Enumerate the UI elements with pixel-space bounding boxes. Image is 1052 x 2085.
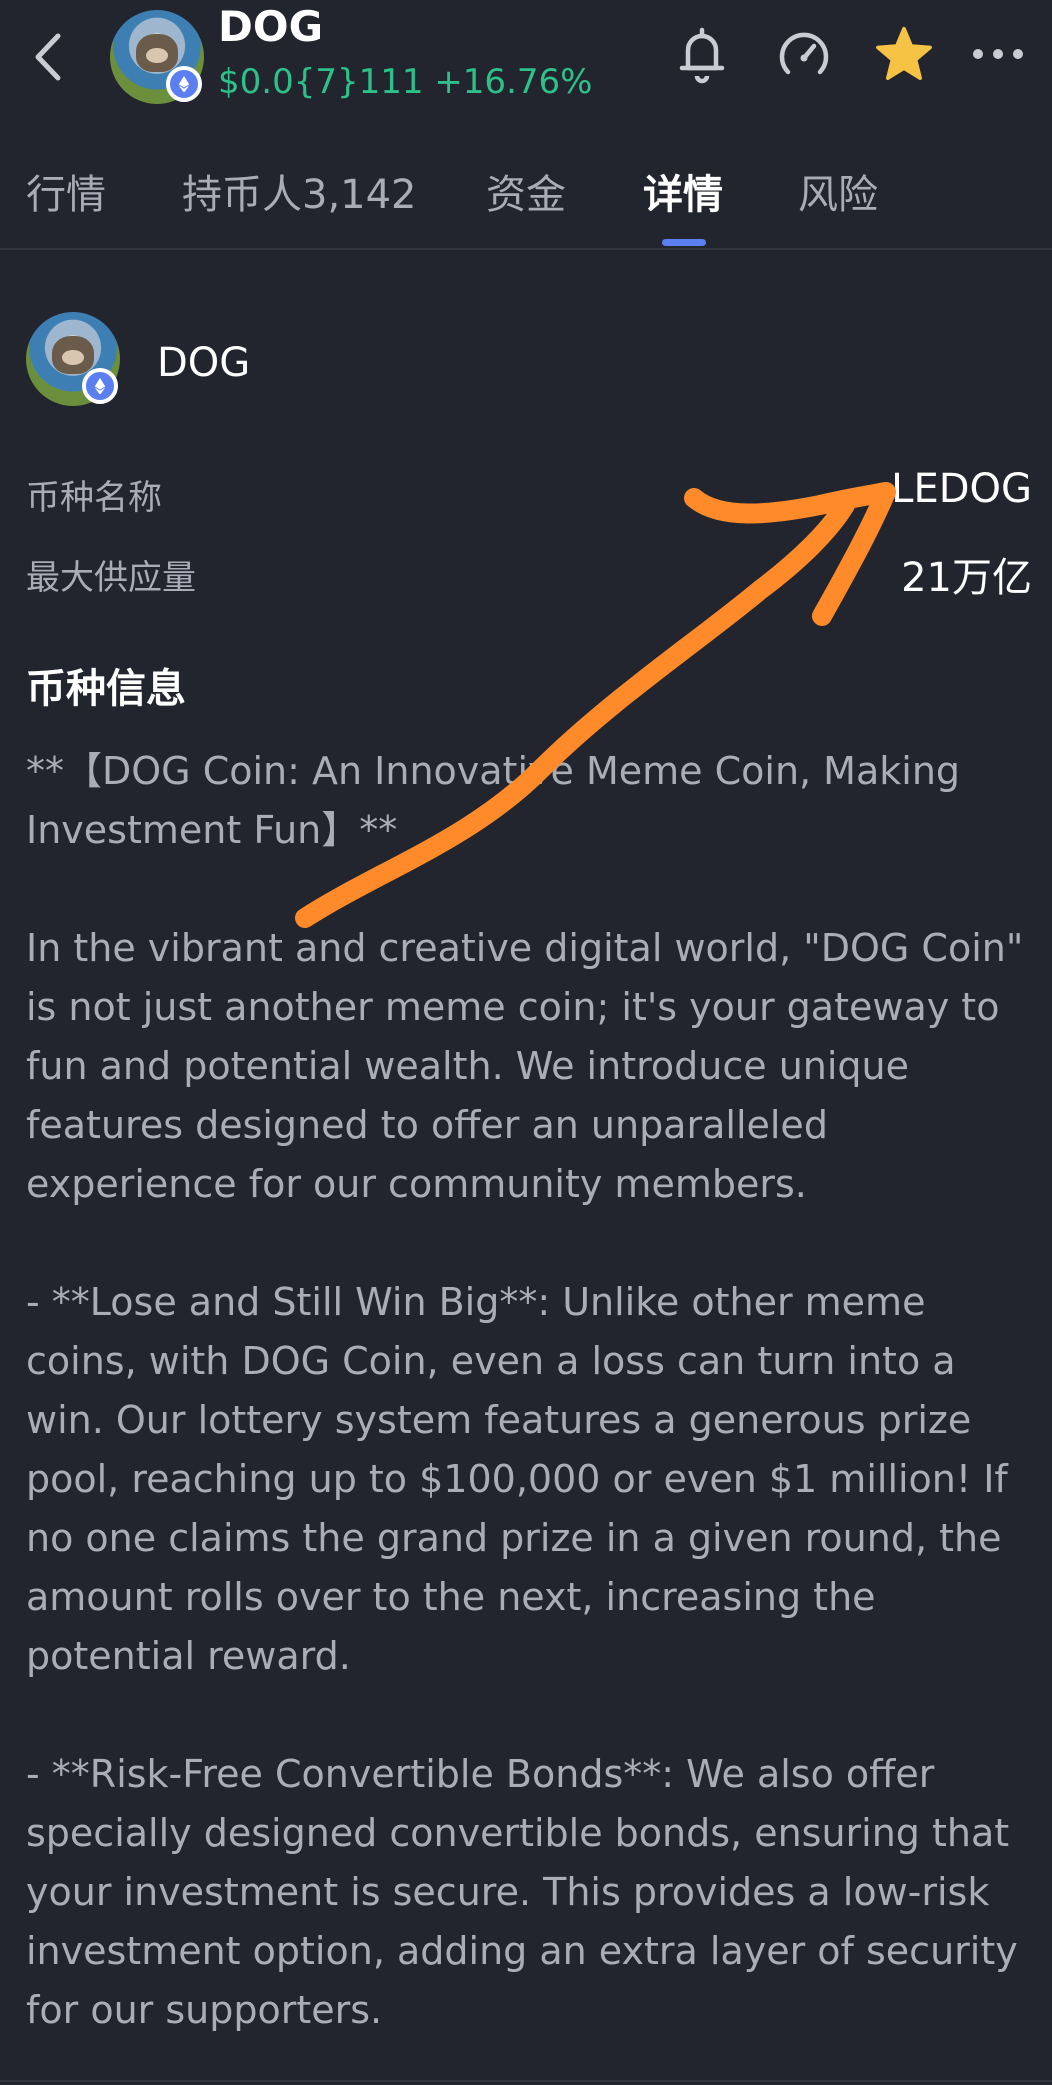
top-bar: DOG $0.0{7}111 +16.76% (0, 0, 1052, 120)
bell-icon (679, 27, 725, 84)
field-value-max-supply: 21万亿 (901, 555, 1032, 601)
token-summary: DOG (26, 310, 1026, 410)
star-icon (876, 26, 932, 80)
more-button[interactable] (966, 22, 1030, 86)
price-change: +16.76% (434, 62, 593, 102)
back-button[interactable] (28, 30, 72, 84)
description-heading: **【DOG Coin: An Innovative Meme Coin, Ma… (26, 749, 973, 852)
field-label-max-supply: 最大供应量 (26, 558, 196, 598)
description-bullet: - **Lose and Still Win Big**: Unlike oth… (26, 1280, 1020, 1678)
favorite-button[interactable] (872, 22, 936, 86)
field-label-coin-name: 币种名称 (26, 478, 162, 518)
tab-market[interactable]: 行情 (26, 162, 106, 220)
alert-button[interactable] (670, 22, 734, 86)
field-value-coin-name: LEDOG (891, 466, 1032, 512)
ethereum-chain-icon (166, 66, 202, 102)
speed-button[interactable] (772, 22, 836, 86)
bottom-divider (0, 2080, 1052, 2082)
ethereum-chain-icon (82, 368, 118, 404)
token-symbol: DOG (218, 2, 324, 51)
tab-bar: 行情 持币人3,142 资金 详情 风险 (0, 140, 1052, 250)
coin-info-title: 币种信息 (26, 666, 186, 712)
tab-risk[interactable]: 风险 (798, 162, 878, 220)
more-icon (973, 49, 1023, 59)
chevron-left-icon (35, 33, 61, 81)
tab-holders[interactable]: 持币人3,142 (182, 162, 417, 220)
price-value: $0.0{7}111 (218, 62, 424, 102)
gauge-icon (779, 32, 829, 75)
description-bullet: - **Risk-Free Convertible Bonds**: We al… (26, 1752, 1030, 2032)
active-tab-indicator (662, 239, 706, 246)
description-paragraph: In the vibrant and creative digital worl… (26, 926, 1036, 1206)
tab-details[interactable]: 详情 (643, 162, 723, 220)
tab-funds[interactable]: 资金 (486, 162, 566, 220)
token-name: DOG (157, 340, 251, 386)
divider (0, 248, 1052, 250)
coin-description: **【DOG Coin: An Innovative Meme Coin, Ma… (26, 742, 1036, 2040)
price-line: $0.0{7}111 +16.76% (218, 62, 592, 102)
